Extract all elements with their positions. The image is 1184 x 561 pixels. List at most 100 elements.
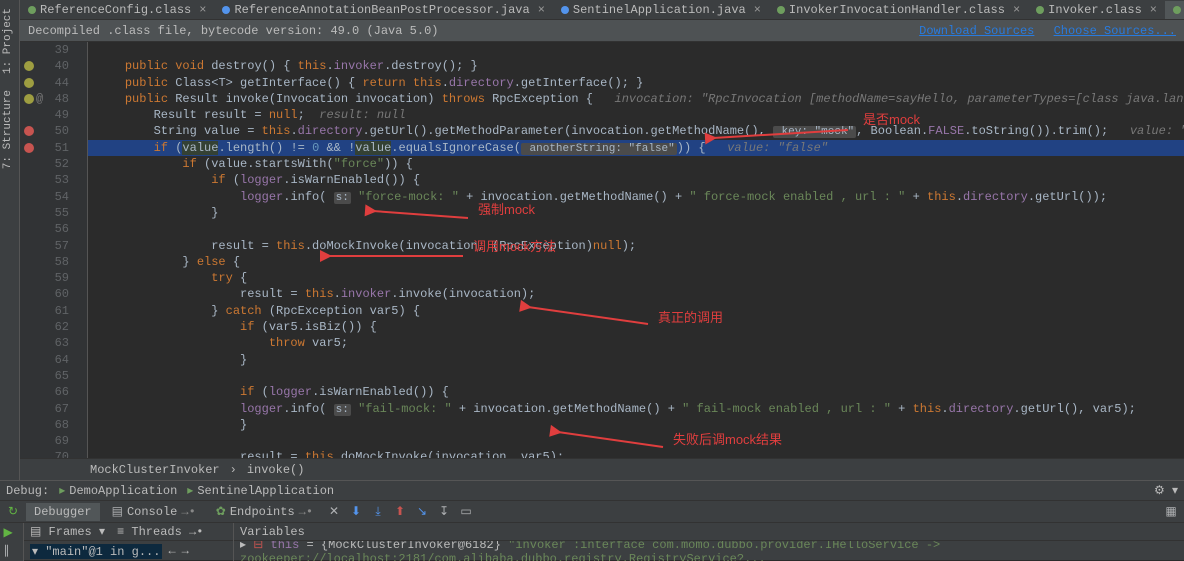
threads-tab[interactable]: ≡ Threads →• (117, 525, 203, 539)
gutter-line[interactable]: 61 (20, 303, 69, 319)
close-icon[interactable]: × (538, 3, 545, 17)
editor-tab[interactable]: InvokerInvocationHandler.class× (769, 1, 1028, 19)
sidebar-structure-tab[interactable]: 7: Structure (0, 82, 16, 177)
gutter-line[interactable]: 69 (20, 433, 69, 449)
code-line[interactable]: } (88, 352, 1184, 368)
pause-icon[interactable]: ∥ (4, 543, 20, 559)
gutter-line[interactable]: 67 (20, 401, 69, 417)
gutter-line[interactable]: 50 (20, 123, 69, 139)
gutter-line[interactable]: @48 (20, 91, 69, 107)
step-into-icon[interactable]: ⬇ (347, 503, 365, 521)
code-line[interactable]: if (logger.isWarnEnabled()) { (88, 172, 1184, 188)
close-icon[interactable]: × (754, 3, 761, 17)
step-out-icon[interactable]: ⬆ (391, 503, 409, 521)
code-line[interactable]: if (value.startsWith("force")) { (88, 156, 1184, 172)
rerun-icon[interactable]: ↻ (4, 503, 22, 521)
editor-tab[interactable]: ReferenceConfig.class× (20, 1, 214, 19)
gutter-line[interactable]: 51 (20, 140, 69, 156)
gutter-line[interactable]: 40 (20, 58, 69, 74)
debug-tool-window[interactable]: Debug: ▸DemoApplication ▸SentinelApplica… (0, 480, 1184, 560)
code-line[interactable]: String value = this.directory.getUrl().g… (88, 123, 1184, 139)
breadcrumb-bar[interactable]: MockClusterInvoker › invoke() (20, 458, 1184, 480)
frames-panel[interactable]: ▤ Frames ▾ ≡ Threads →• ▾ "main"@1 in g..… (24, 523, 234, 561)
gutter-line[interactable]: 49 (20, 107, 69, 123)
debugger-tab[interactable]: Debugger (26, 503, 100, 521)
gutter-line[interactable]: 63 (20, 335, 69, 351)
editor-tab[interactable]: ReferenceAnnotationBeanPostProcessor.jav… (214, 1, 552, 19)
close-icon[interactable]: × (1013, 3, 1020, 17)
frame-prev-icon[interactable]: ← (168, 544, 175, 558)
code-line[interactable]: public Result invoke(Invocation invocati… (88, 91, 1184, 107)
close-icon[interactable]: × (199, 3, 206, 17)
gutter-line[interactable]: 52 (20, 156, 69, 172)
debug-settings-icon[interactable]: ⚙ ▾ (1154, 483, 1178, 498)
resume-icon[interactable]: ▶ (4, 525, 20, 541)
gutter-line[interactable]: 53 (20, 172, 69, 188)
frames-tab[interactable]: ▤ Frames ▾ (30, 524, 105, 539)
gutter-line[interactable]: 62 (20, 319, 69, 335)
sidebar-project-tab[interactable]: 1: Project (0, 0, 16, 82)
code-line[interactable]: Result result = null; result: null (88, 107, 1184, 123)
gutter-line[interactable]: 70 (20, 449, 69, 458)
gutter-line[interactable]: 39 (20, 42, 69, 58)
code-line[interactable]: result = this.doMockInvoke(invocation, (… (88, 238, 1184, 254)
code-line[interactable]: public void destroy() { this.invoker.des… (88, 58, 1184, 74)
code-area[interactable]: public void destroy() { this.invoker.des… (88, 42, 1184, 458)
variables-panel[interactable]: Variables ▸ ⊟ this = this = {MockCluster… (234, 523, 1184, 561)
code-line[interactable] (88, 433, 1184, 449)
frame-next-icon[interactable]: → (182, 544, 189, 558)
breadcrumb-class[interactable]: MockClusterInvoker (90, 463, 220, 477)
code-line[interactable]: try { (88, 270, 1184, 286)
code-line[interactable]: if (var5.isBiz()) { (88, 319, 1184, 335)
debug-config-sentinel[interactable]: ▸SentinelApplication (187, 483, 334, 498)
code-line[interactable]: logger.info( s: "fail-mock: " + invocati… (88, 401, 1184, 417)
gutter-line[interactable]: 57 (20, 238, 69, 254)
gutter-line[interactable]: 68 (20, 417, 69, 433)
code-line[interactable] (88, 221, 1184, 237)
line-gutter[interactable]: 394044@484950515253545556575859606162636… (20, 42, 88, 458)
drop-frame-icon[interactable]: ↘ (413, 503, 431, 521)
code-line[interactable]: } (88, 417, 1184, 433)
left-tool-sidebar[interactable]: 1: Project 7: Structure (0, 0, 20, 560)
run-to-cursor-icon[interactable]: ↧ (435, 503, 453, 521)
code-editor[interactable]: 394044@484950515253545556575859606162636… (20, 42, 1184, 458)
layout-icon[interactable]: ▦ (1162, 503, 1180, 521)
code-line[interactable]: throw var5; (88, 335, 1184, 351)
code-line[interactable]: if (logger.isWarnEnabled()) { (88, 384, 1184, 400)
code-line[interactable]: } else { (88, 254, 1184, 270)
gutter-line[interactable]: 59 (20, 270, 69, 286)
console-tab[interactable]: ▤Console→• (104, 502, 204, 521)
code-line[interactable]: } catch (RpcException var5) { (88, 303, 1184, 319)
breadcrumb-method[interactable]: invoke() (247, 463, 305, 477)
code-line[interactable]: logger.info( s: "force-mock: " + invocat… (88, 189, 1184, 205)
editor-tab[interactable]: SentinelApplication.java× (553, 1, 769, 19)
gutter-line[interactable]: 54 (20, 189, 69, 205)
gutter-line[interactable]: 55 (20, 205, 69, 221)
editor-tab[interactable]: Invoker.class× (1028, 1, 1165, 19)
code-line[interactable]: result = this.doMockInvoke(invocation, v… (88, 449, 1184, 458)
gutter-line[interactable]: 56 (20, 221, 69, 237)
close-icon[interactable]: × (1150, 3, 1157, 17)
endpoints-tab[interactable]: ✿Endpoints→• (208, 502, 321, 521)
editor-tab[interactable]: MockClusterInvoker.class× (1165, 1, 1184, 19)
step-over-icon[interactable]: ✕ (325, 503, 343, 521)
gutter-line[interactable]: 58 (20, 254, 69, 270)
eval-icon[interactable]: ▭ (457, 503, 475, 521)
gutter-line[interactable]: 66 (20, 384, 69, 400)
choose-sources-link[interactable]: Choose Sources... (1054, 24, 1176, 38)
code-line[interactable]: result = this.invoker.invoke(invocation)… (88, 286, 1184, 302)
frame-row[interactable]: ▾ "main"@1 in g... (30, 544, 162, 559)
gutter-line[interactable]: 64 (20, 352, 69, 368)
code-line[interactable]: public Class<T> getInterface() { return … (88, 75, 1184, 91)
gutter-line[interactable]: 60 (20, 286, 69, 302)
var-this-row[interactable]: ▸ ⊟ this = this = {MockClusterInvoker@61… (240, 541, 1178, 561)
code-line[interactable]: if (value.length() != 0 && !value.equals… (88, 140, 1184, 156)
force-step-icon[interactable]: ⤓ (369, 503, 387, 521)
gutter-line[interactable]: 44 (20, 75, 69, 91)
download-sources-link[interactable]: Download Sources (919, 24, 1034, 38)
code-line[interactable] (88, 368, 1184, 384)
code-line[interactable] (88, 42, 1184, 58)
debug-config-demo[interactable]: ▸DemoApplication (59, 483, 177, 498)
code-line[interactable]: } (88, 205, 1184, 221)
gutter-line[interactable]: 65 (20, 368, 69, 384)
